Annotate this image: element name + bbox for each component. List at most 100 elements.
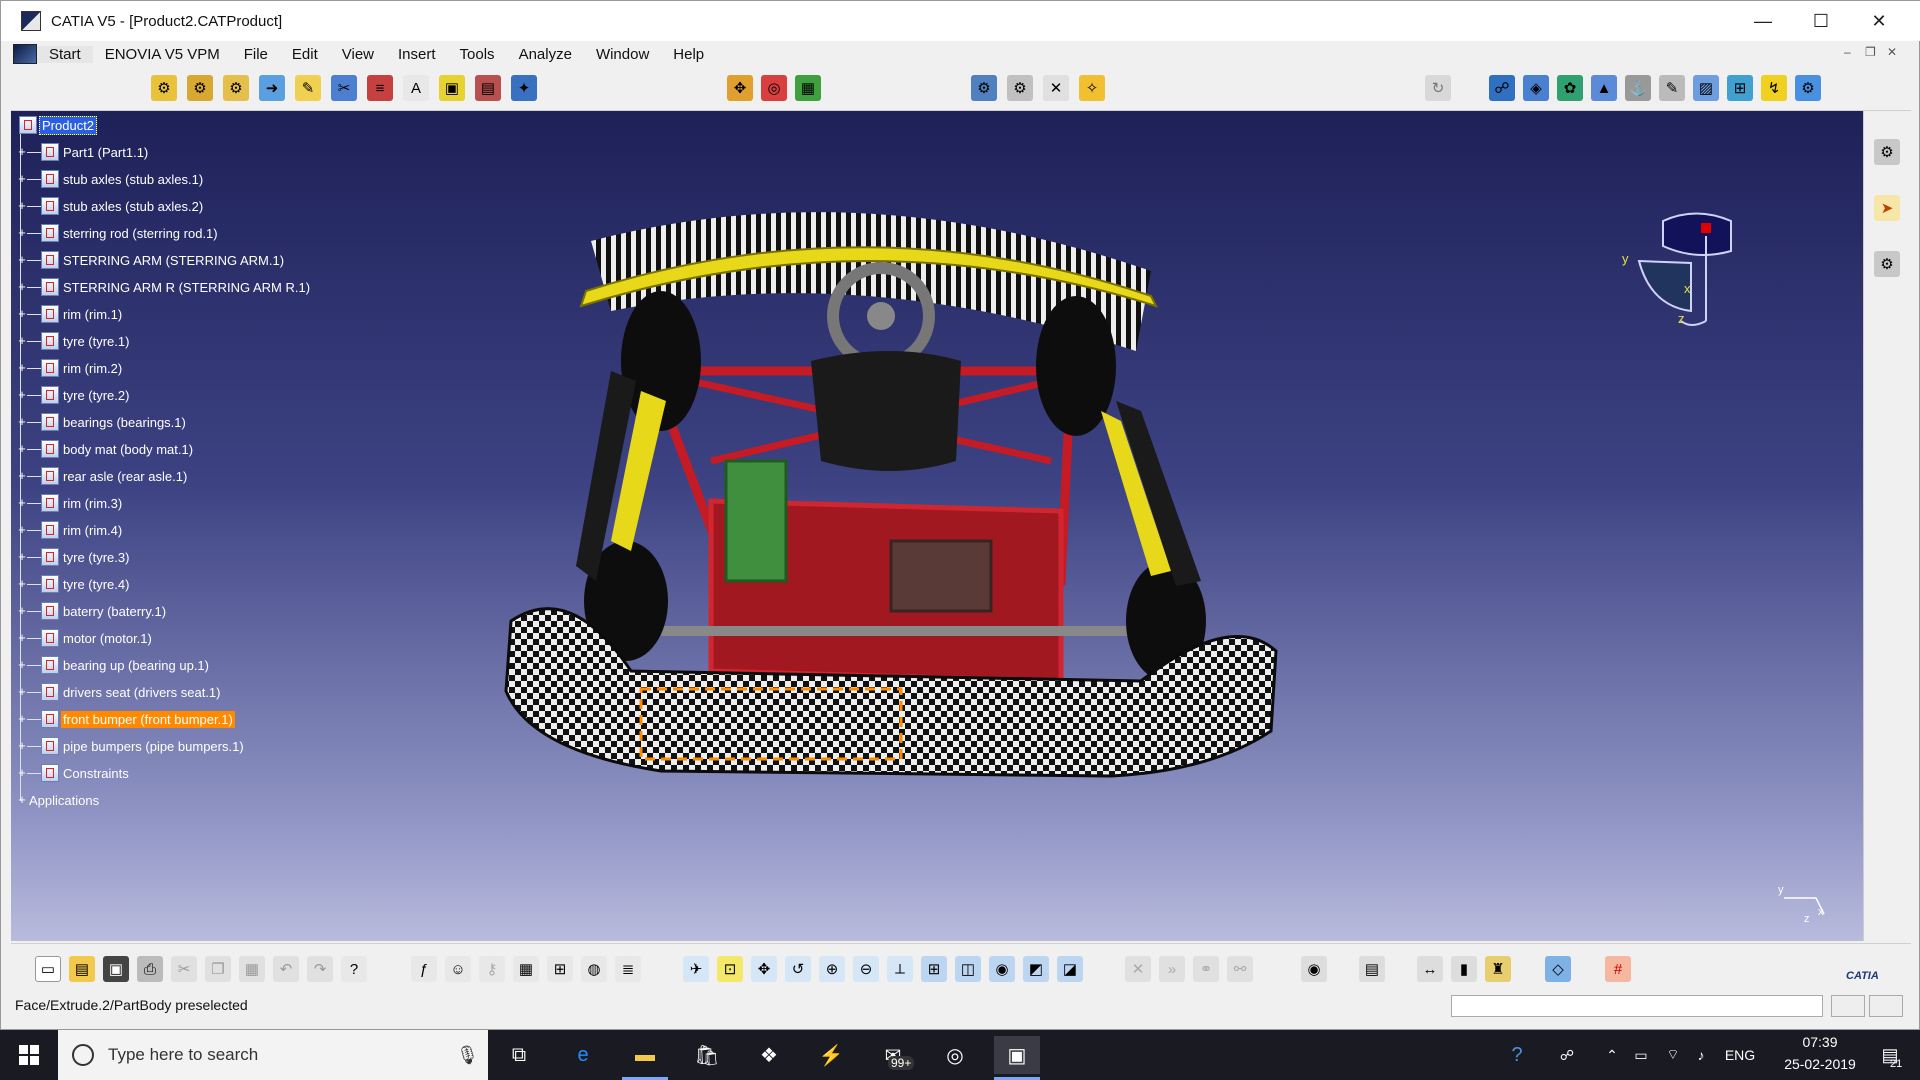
catalog-icon[interactable]: ◍ <box>581 956 607 982</box>
menu-file[interactable]: File <box>232 46 280 63</box>
language-indicator[interactable]: ENG <box>1720 1030 1760 1080</box>
swap-space-icon[interactable]: ◪ <box>1057 956 1083 982</box>
command-input[interactable] <box>1451 995 1823 1017</box>
snap-icon[interactable]: ◎ <box>761 75 787 101</box>
iso-view-icon[interactable]: ◫ <box>955 956 981 982</box>
dropbox-icon[interactable]: ❖ <box>746 1036 792 1074</box>
manipulation-icon[interactable]: ✥ <box>727 75 753 101</box>
microphone-icon[interactable]: 🎙 <box>456 1045 479 1066</box>
shading-icon[interactable]: ◉ <box>989 956 1015 982</box>
3d-viewport[interactable]: Product2 + Part1 (Part1.1) + stub axles (st… <box>11 111 1863 941</box>
key-icon[interactable]: ⚷ <box>479 956 505 982</box>
graph-tree-reorder-icon[interactable]: ≡ <box>367 75 393 101</box>
mesh-icon[interactable]: ✕ <box>1125 956 1151 982</box>
command-clear-button[interactable] <box>1869 995 1903 1017</box>
pan-icon[interactable]: ✥ <box>751 956 777 982</box>
mdi-minimize-icon[interactable]: – <box>1844 45 1851 59</box>
menu-edit[interactable]: Edit <box>280 46 330 63</box>
whats-this-icon[interactable]: ? <box>341 956 367 982</box>
menu-view[interactable]: View <box>330 46 386 63</box>
paste-icon[interactable]: ▦ <box>239 956 265 982</box>
generate-numbering-icon[interactable]: A <box>403 75 429 101</box>
knowledge-icon[interactable]: ⊞ <box>1727 75 1753 101</box>
menu-tools[interactable]: Tools <box>448 46 507 63</box>
clock-time[interactable]: 07:39 <box>1770 1034 1870 1050</box>
battery-icon[interactable]: ▭ <box>1628 1030 1654 1080</box>
new-file-icon[interactable]: ▭ <box>35 956 61 982</box>
zoom-out-icon[interactable]: ⊖ <box>853 956 879 982</box>
insert-part-icon[interactable]: ✎ <box>295 75 321 101</box>
task-view-icon[interactable]: ⧉ <box>496 1036 542 1074</box>
measure-between-icon[interactable]: ▲ <box>1591 75 1617 101</box>
help-tray-icon[interactable]: ? <box>1500 1030 1534 1080</box>
measure-item-icon[interactable]: ⚓ <box>1625 75 1651 101</box>
file-explorer-icon[interactable]: ▬ <box>622 1036 668 1080</box>
fly-icon[interactable]: ✈ <box>683 956 709 982</box>
insert-product-icon[interactable]: ➜ <box>259 75 285 101</box>
menu-help[interactable]: Help <box>661 46 716 63</box>
menu-window[interactable]: Window <box>584 46 661 63</box>
windows-start-button[interactable] <box>0 1030 58 1080</box>
grid-icon[interactable]: # <box>1605 956 1631 982</box>
notification-center-icon[interactable]: ▤ <box>1870 1030 1910 1080</box>
ruler-icon[interactable]: ▨ <box>1693 75 1719 101</box>
replace-component-icon[interactable]: ✂ <box>331 75 357 101</box>
open-folder-icon[interactable]: ▤ <box>69 956 95 982</box>
hide-show-icon[interactable]: ◩ <box>1023 956 1049 982</box>
kart-3d-model[interactable] <box>11 111 1863 941</box>
close-button[interactable]: ✕ <box>1850 1 1908 41</box>
print-icon[interactable]: ⎙ <box>137 956 163 982</box>
assembly-constraint-icon[interactable]: ⚙ <box>151 75 177 101</box>
merge-icon[interactable]: ⚯ <box>1227 956 1253 982</box>
clash-analysis-icon[interactable]: ⚙ <box>971 75 997 101</box>
parameters-icon[interactable]: ⚙ <box>1795 75 1821 101</box>
tray-chevron-icon[interactable]: ⌃ <box>1600 1030 1624 1080</box>
maximize-button[interactable]: ☐ <box>1792 1 1850 41</box>
volume-icon[interactable]: ♪ <box>1688 1030 1714 1080</box>
undo-icon[interactable]: ↶ <box>273 956 299 982</box>
catia-start-icon[interactable] <box>13 44 37 64</box>
command-options-button[interactable] <box>1831 995 1865 1017</box>
list-icon[interactable]: ≣ <box>615 956 641 982</box>
normal-view-icon[interactable]: ⟂ <box>887 956 913 982</box>
multi-instantiation-icon[interactable]: ✦ <box>511 75 537 101</box>
weight-icon[interactable]: ♜ <box>1485 956 1511 982</box>
formula-icon[interactable]: ↯ <box>1761 75 1787 101</box>
cut-icon[interactable]: ✂ <box>171 956 197 982</box>
inertia-icon[interactable]: ▮ <box>1451 956 1477 982</box>
sparkle-icon[interactable]: ✧ <box>1079 75 1105 101</box>
copy-icon[interactable]: ❐ <box>205 956 231 982</box>
catalog-browser-icon[interactable]: ☍ <box>1489 75 1515 101</box>
menu-start[interactable]: Start <box>37 45 93 63</box>
save-icon[interactable]: ▣ <box>103 956 129 982</box>
mdi-restore-icon[interactable]: ❐ <box>1865 45 1876 59</box>
measure-icon[interactable]: ↔ <box>1417 956 1443 982</box>
sectioning-icon[interactable]: ⚙ <box>1007 75 1033 101</box>
microsoft-store-icon[interactable]: 🛍 <box>684 1036 730 1074</box>
taskbar-search-box[interactable]: Type here to search 🎙 <box>58 1030 488 1080</box>
render-icon[interactable]: ▤ <box>1359 956 1385 982</box>
explode-icon[interactable]: ▦ <box>795 75 821 101</box>
menu-analyze[interactable]: Analyze <box>507 46 584 63</box>
sketcher-icon[interactable]: ⚙ <box>1874 139 1900 165</box>
rotate-icon[interactable]: ↺ <box>785 956 811 982</box>
select-icon[interactable]: ➤ <box>1874 195 1900 221</box>
fit-all-icon[interactable]: ⊡ <box>717 956 743 982</box>
update-icon[interactable]: ↻ <box>1425 75 1451 101</box>
menu-enovia[interactable]: ENOVIA V5 VPM <box>93 46 232 63</box>
catia-taskbar-icon[interactable]: ▣ <box>994 1036 1040 1080</box>
sketch-tool-icon[interactable]: ✎ <box>1659 75 1685 101</box>
minimize-button[interactable]: — <box>1734 1 1792 41</box>
zoom-in-icon[interactable]: ⊕ <box>819 956 845 982</box>
redo-icon[interactable]: ↷ <box>307 956 333 982</box>
hierarchy-icon[interactable]: ⊞ <box>547 956 573 982</box>
mdi-close-icon[interactable]: ✕ <box>1887 45 1897 59</box>
material-icon[interactable]: ✿ <box>1557 75 1583 101</box>
menu-insert[interactable]: Insert <box>386 46 448 63</box>
wifi-icon[interactable]: ⌔ <box>1660 1030 1686 1080</box>
groove-music-icon[interactable]: ◎ <box>932 1036 978 1074</box>
people-icon[interactable]: ☍ <box>1552 1030 1582 1080</box>
selective-load-icon[interactable]: ▣ <box>439 75 465 101</box>
table-icon[interactable]: ▦ <box>513 956 539 982</box>
new-component-icon[interactable]: ⚙ <box>223 75 249 101</box>
